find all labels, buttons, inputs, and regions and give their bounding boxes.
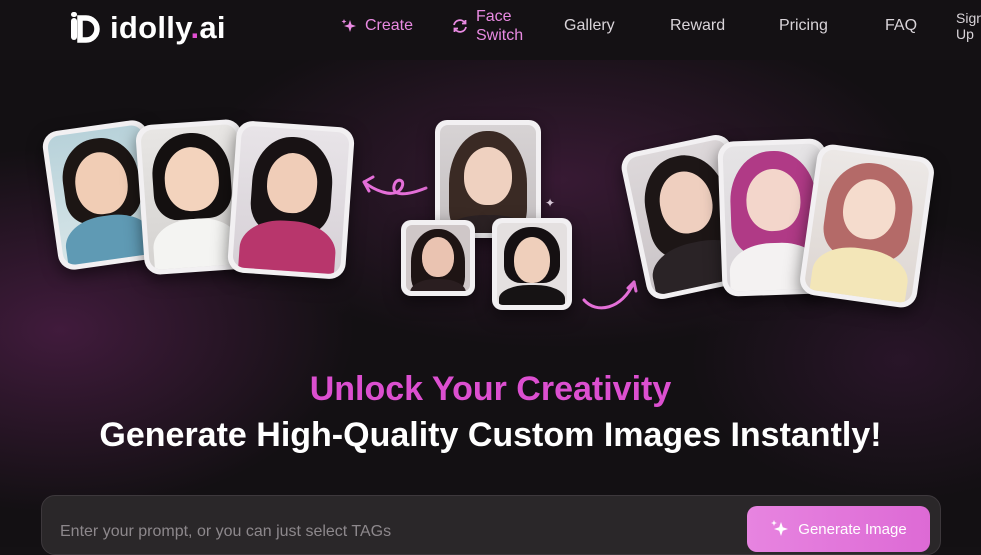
swap-icon [453,19,467,33]
nav-signup[interactable]: Sign Up [956,10,981,42]
curved-arrow-right-icon [582,280,638,310]
nav-faq-label: FAQ [885,17,918,34]
nav-faq[interactable]: FAQ [885,17,917,35]
nav-signup-label: Sign Up [956,10,981,42]
face-image-card [401,220,475,296]
nav-face-switch-label: Face Switch [476,8,524,44]
result-image-card [797,142,937,310]
sparkle-icon: ✦ [545,196,556,210]
generate-image-label: Generate Image [798,520,907,538]
logo-icon [71,12,100,43]
curved-arrow-left-icon [362,175,428,196]
logo[interactable]: idolly.ai [68,8,226,48]
face-image-card [492,218,572,310]
nav-pricing-label: Pricing [779,17,828,34]
hero-subheadline: Generate High-Quality Custom Images Inst… [99,416,882,454]
top-navbar: idolly.ai Create Face Switch Gallery Rewa… [0,0,981,60]
hero-headline: Unlock Your Creativity [309,370,672,408]
brand-name: idolly.ai [110,10,226,45]
prompt-bar: Generate Image [41,495,941,555]
sample-image-card [226,120,356,280]
sparkle-icon [341,19,356,32]
nav-gallery-label: Gallery [564,17,615,34]
nav-create[interactable]: Create [341,17,413,35]
nav-reward[interactable]: Reward [670,17,725,35]
sparkle-icon [771,520,789,536]
nav-face-switch[interactable]: Face Switch [452,7,523,45]
nav-pricing[interactable]: Pricing [779,17,828,35]
nav-reward-label: Reward [670,17,726,34]
generate-image-button[interactable]: Generate Image [747,506,930,552]
nav-gallery[interactable]: Gallery [564,17,615,35]
prompt-input[interactable] [58,516,722,548]
nav-create-label: Create [365,17,414,34]
